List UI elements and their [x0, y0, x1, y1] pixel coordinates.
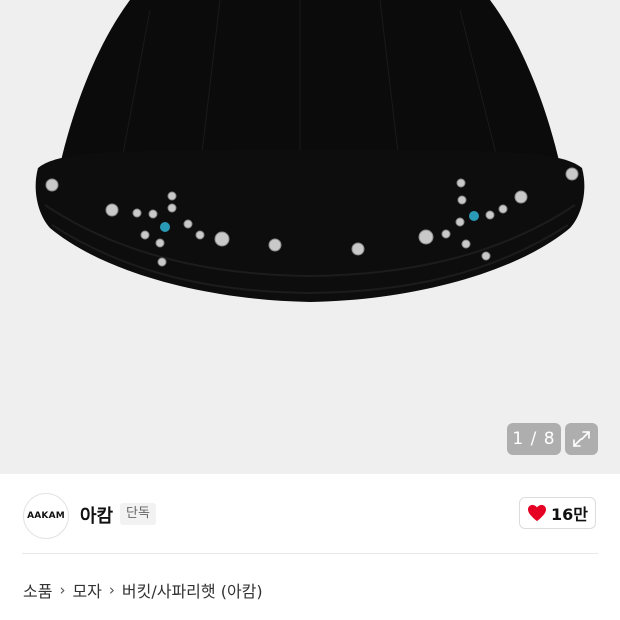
breadcrumb-item[interactable]: 소품	[23, 578, 52, 602]
chevron-right-icon: ›	[108, 581, 115, 599]
breadcrumb-item[interactable]: 버킷/사파리햇 (아캄)	[122, 578, 263, 602]
like-count: 16만	[551, 505, 588, 524]
product-image-gallery[interactable]: 1 / 8	[0, 0, 620, 474]
image-counter: 1 / 8	[507, 423, 561, 455]
divider	[22, 553, 598, 554]
exclusive-badge: 단독	[120, 503, 156, 525]
heart-icon	[528, 504, 546, 522]
store-logo[interactable]: AAKAM	[23, 493, 69, 539]
like-button[interactable]: 16만	[519, 497, 596, 529]
expand-button[interactable]	[565, 423, 598, 455]
breadcrumb-item[interactable]: 모자	[72, 578, 101, 602]
expand-icon	[573, 431, 590, 447]
breadcrumb: 소품 › 모자 › 버킷/사파리햇 (아캄)	[23, 578, 263, 602]
product-image	[35, 0, 585, 302]
store-name[interactable]: 아캄	[80, 502, 113, 528]
chevron-right-icon: ›	[59, 581, 66, 599]
